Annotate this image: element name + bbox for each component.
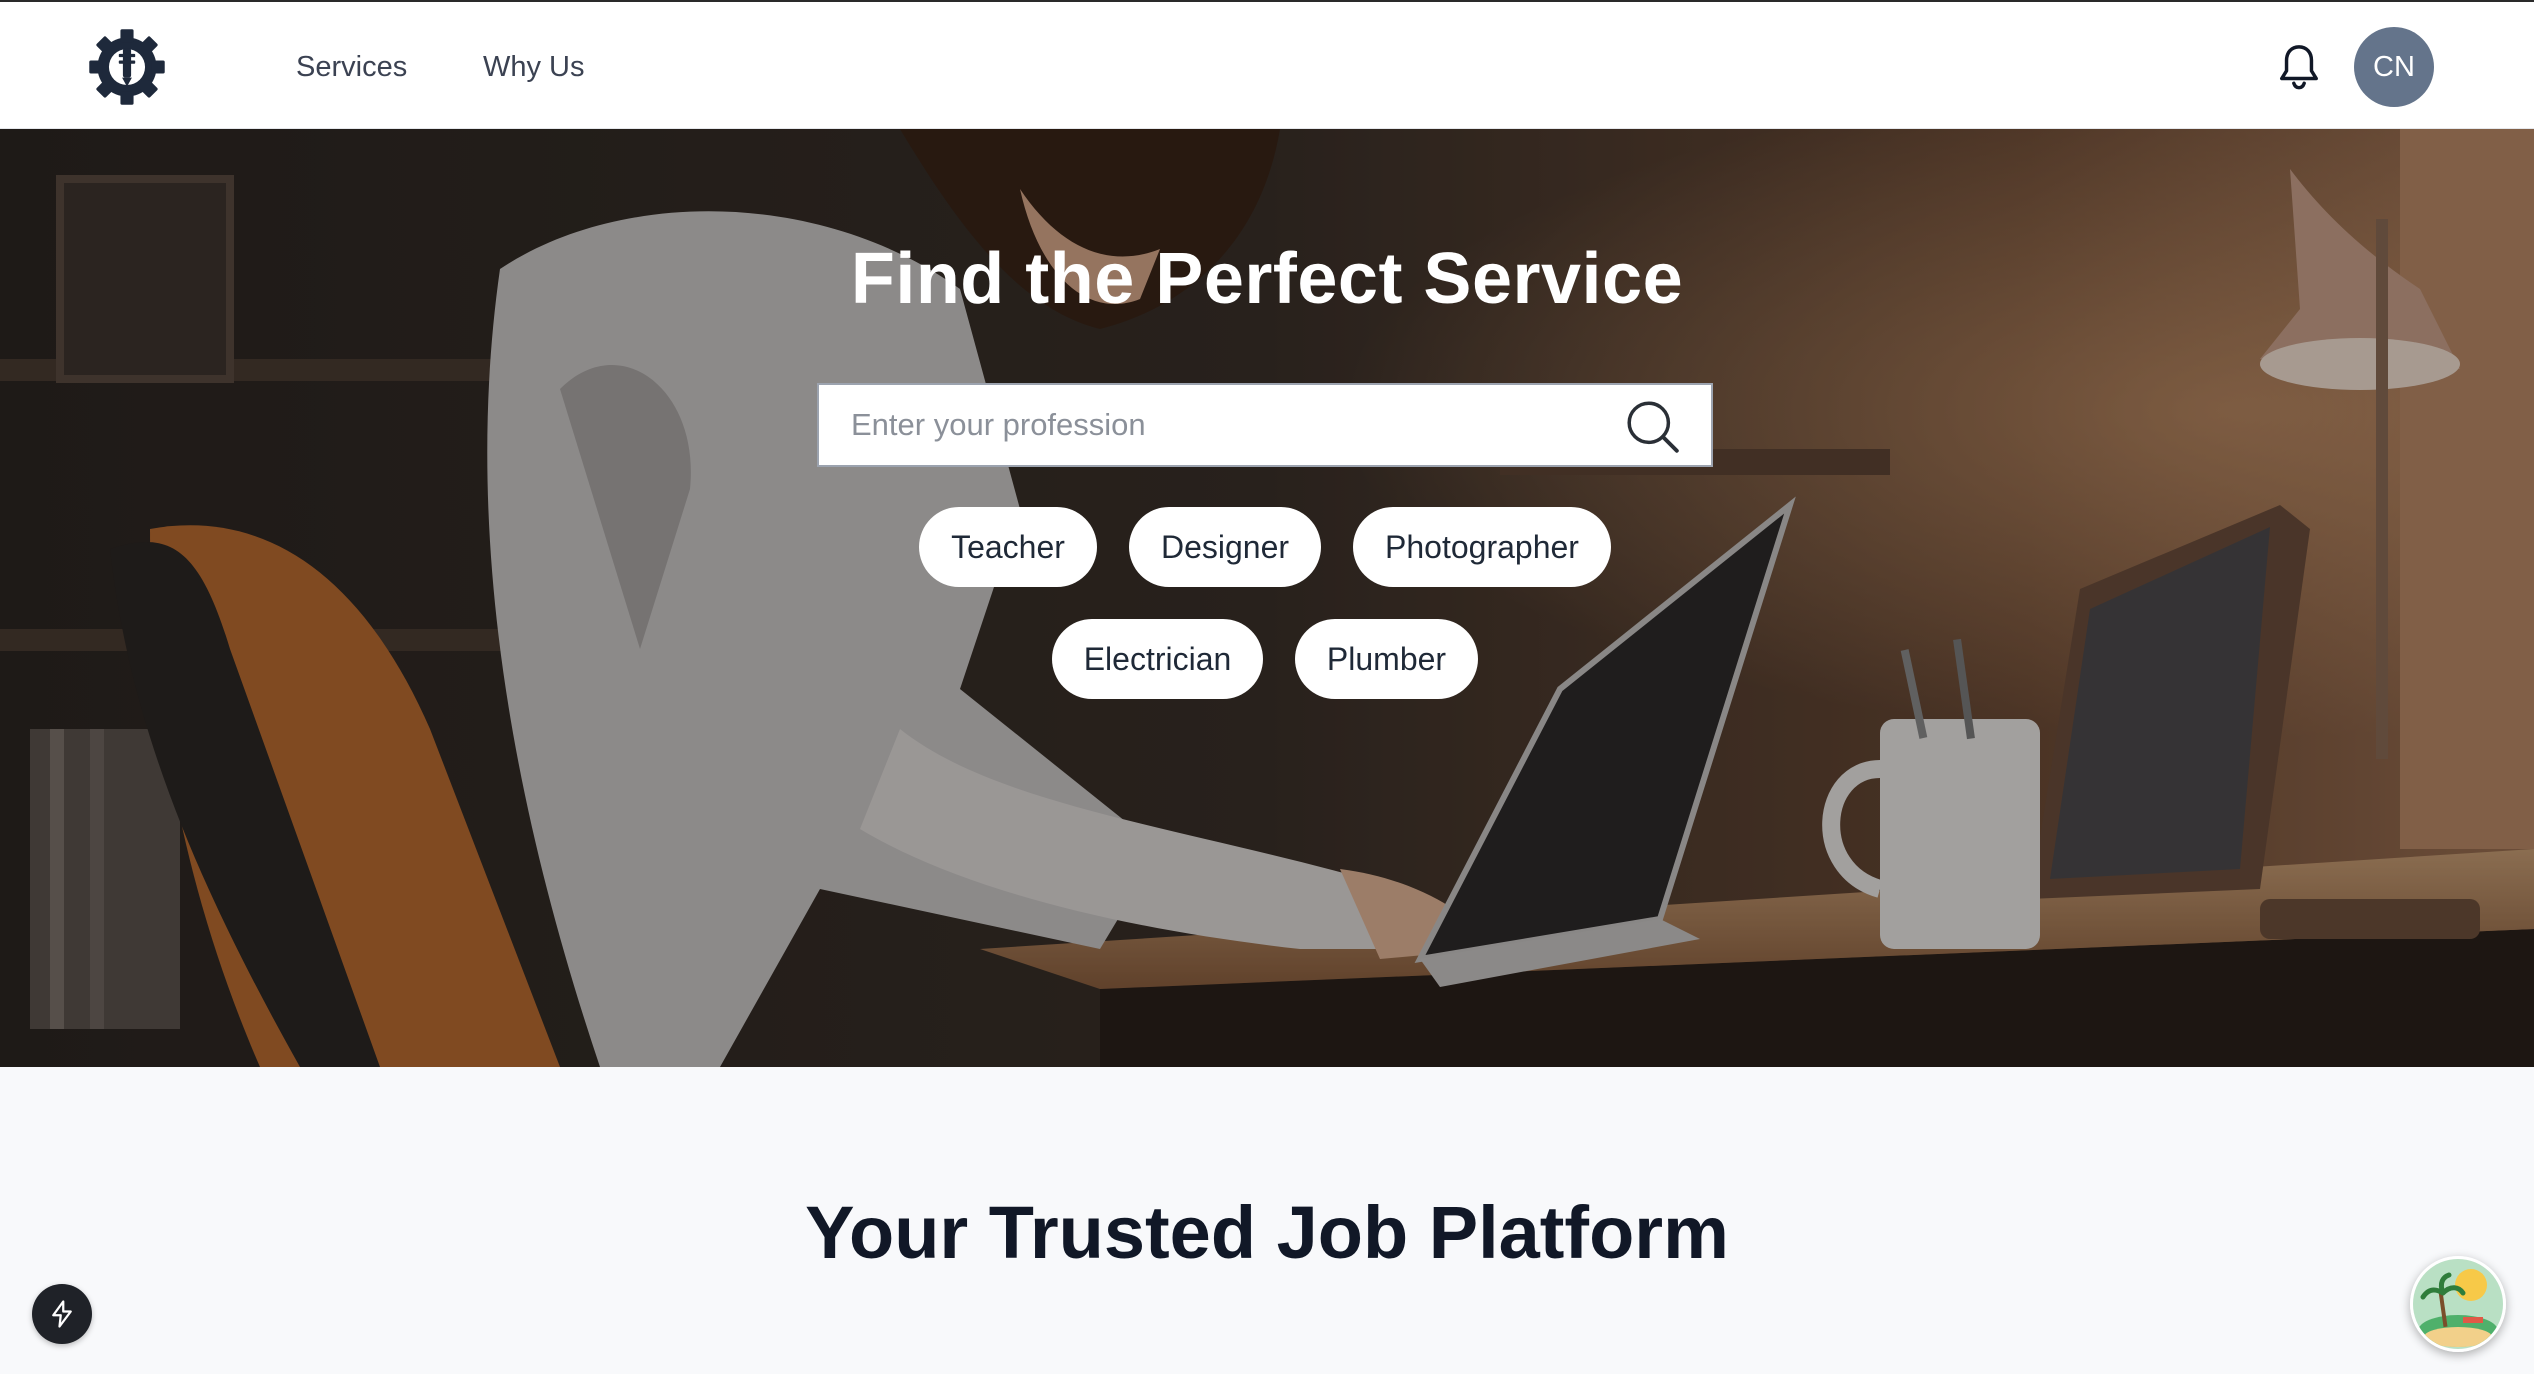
- user-avatar[interactable]: CN: [2354, 27, 2434, 107]
- section-title: Your Trusted Job Platform: [805, 1191, 1729, 1274]
- nav-services[interactable]: Services: [296, 50, 407, 84]
- bell-icon[interactable]: [2276, 42, 2322, 92]
- suggestion-chip-designer[interactable]: Designer: [1129, 507, 1321, 587]
- suggestion-chip-plumber[interactable]: Plumber: [1295, 619, 1478, 699]
- search-bar: [817, 383, 1713, 467]
- suggestion-chip-teacher[interactable]: Teacher: [919, 507, 1097, 587]
- suggestion-chip-electrician[interactable]: Electrician: [1052, 619, 1263, 699]
- top-navbar: Services Why Us CN: [0, 0, 2534, 129]
- page: Services Why Us CN Find the Perfect Serv…: [0, 0, 2534, 1374]
- lightning-button[interactable]: [32, 1284, 92, 1344]
- profession-search-input[interactable]: [819, 385, 1629, 465]
- search-icon[interactable]: [1625, 399, 1681, 455]
- hero-title: Find the Perfect Service: [850, 239, 1684, 319]
- island-avatar-icon: [2413, 1259, 2503, 1349]
- hero-section: Find the Perfect Service Teacher Designe…: [0, 129, 2534, 1067]
- island-avatar-button[interactable]: [2410, 1256, 2506, 1352]
- gear-logo-icon[interactable]: [86, 26, 168, 108]
- lightning-icon: [52, 1300, 72, 1328]
- nav-why-us[interactable]: Why Us: [483, 50, 585, 84]
- suggestion-chip-photographer[interactable]: Photographer: [1353, 507, 1611, 587]
